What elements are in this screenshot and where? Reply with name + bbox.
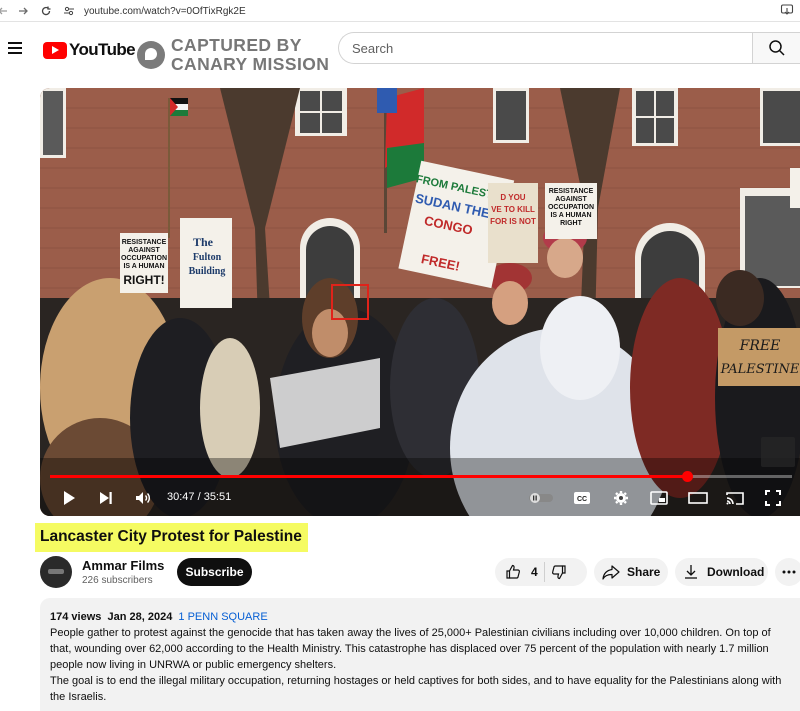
youtube-logo[interactable]: YouTube: [43, 40, 136, 60]
like-count: 4: [531, 565, 538, 579]
forward-arrow-icon[interactable]: [14, 2, 32, 20]
search-button[interactable]: [752, 32, 800, 64]
watermark-line2: CANARY MISSION: [171, 54, 330, 74]
fullscreen-icon[interactable]: [762, 484, 784, 512]
time-display: 30:47 / 35:51: [167, 491, 232, 503]
search-box: [338, 32, 800, 64]
svg-text:RIGHT!: RIGHT!: [123, 273, 164, 287]
thumbs-down-icon: [551, 565, 566, 580]
play-icon[interactable]: [58, 484, 80, 512]
share-arrow-icon: [602, 565, 620, 580]
view-count: 174 views: [50, 611, 102, 623]
thumbs-up-icon: [506, 564, 520, 579]
player-controls: 30:47 / 35:51 CC: [40, 484, 800, 512]
channel-avatar[interactable]: [40, 556, 72, 588]
progress-scrubber[interactable]: [681, 471, 693, 482]
channel-name[interactable]: Ammar Films: [82, 558, 164, 573]
theater-mode-icon[interactable]: [687, 484, 709, 512]
svg-text:RESISTANCE: RESISTANCE: [122, 239, 167, 246]
free-palestine-sign: FREE PALESTINE: [718, 328, 800, 386]
download-icon: [685, 565, 697, 579]
site-settings-icon[interactable]: [62, 4, 76, 18]
share-label: Share: [627, 565, 661, 579]
location-tag-link[interactable]: 1 PENN SQUARE: [178, 611, 267, 623]
youtube-logo-text: YouTube: [69, 40, 136, 59]
svg-text:RIGHT: RIGHT: [560, 220, 583, 227]
more-actions-button[interactable]: [775, 558, 800, 586]
dislike-button[interactable]: [551, 564, 567, 580]
like-separator: [543, 562, 545, 582]
svg-text:OCCUPATION: OCCUPATION: [121, 255, 167, 262]
search-input[interactable]: [339, 33, 739, 63]
reload-icon[interactable]: [37, 2, 55, 20]
description-paragraph-2: The goal is to end the illegal military …: [50, 675, 782, 703]
search-icon: [768, 40, 785, 56]
more-dots-icon: [782, 570, 796, 574]
youtube-play-logo-icon: [43, 41, 67, 59]
download-button[interactable]: Download: [675, 558, 768, 586]
video-player[interactable]: RESISTANCE AGAINST OCCUPATION IS A HUMAN…: [40, 88, 800, 516]
svg-text:VE TO KILL: VE TO KILL: [491, 205, 535, 214]
svg-text:Building: Building: [189, 266, 226, 277]
miniplayer-icon[interactable]: [648, 484, 670, 512]
highlight-annotation-box: [331, 284, 369, 320]
svg-text:FOR IS NOT: FOR IS NOT: [490, 217, 536, 226]
browser-toolbar: youtube.com/watch?v=0OfTixRgk2E: [0, 0, 800, 22]
svg-text:IS A HUMAN: IS A HUMAN: [550, 212, 591, 219]
menu-icon[interactable]: [8, 42, 22, 54]
svg-text:FREE: FREE: [739, 338, 781, 354]
next-icon[interactable]: [95, 484, 117, 512]
svg-text:D YOU: D YOU: [500, 193, 525, 202]
svg-text:OCCUPATION: OCCUPATION: [548, 204, 594, 211]
url-text: youtube.com/watch?v=0OfTixRgk2E: [84, 5, 246, 17]
protest-sign-center: RESISTANCE AGAINST OCCUPATION IS A HUMAN…: [545, 183, 597, 239]
subscriber-count: 226 subscribers: [82, 575, 153, 586]
svg-text:PALESTINE: PALESTINE: [720, 362, 800, 377]
back-arrow-icon[interactable]: [0, 2, 12, 20]
captions-icon[interactable]: CC: [571, 484, 593, 512]
description-paragraph-1: People gather to protest against the gen…: [50, 627, 771, 671]
upload-date: Jan 28, 2024: [107, 611, 173, 623]
svg-text:CC: CC: [577, 496, 587, 503]
svg-text:AGAINST: AGAINST: [555, 196, 587, 203]
volume-icon[interactable]: [132, 484, 154, 512]
canary-mission-watermark: CAPTURED BY CANARY MISSION: [137, 36, 329, 74]
svg-text:Fulton: Fulton: [193, 252, 222, 263]
svg-text:IS A HUMAN: IS A HUMAN: [123, 263, 164, 270]
svg-text:AGAINST: AGAINST: [128, 247, 160, 254]
youtube-header: YouTube CAPTURED BY CANARY MISSION: [0, 22, 800, 78]
download-label: Download: [707, 565, 765, 579]
progress-bar[interactable]: [50, 471, 792, 482]
progress-played: [50, 475, 688, 478]
share-button[interactable]: Share: [594, 558, 668, 586]
watermark-line1: CAPTURED BY: [171, 35, 302, 55]
address-bar[interactable]: youtube.com/watch?v=0OfTixRgk2E: [62, 2, 762, 20]
protest-sign-left: RESISTANCE AGAINST OCCUPATION IS A HUMAN…: [120, 233, 168, 293]
description-meta: 174 views Jan 28, 2024 1 PENN SQUARE: [50, 609, 790, 625]
settings-gear-icon[interactable]: [610, 484, 632, 512]
channel-watermark-icon[interactable]: [761, 437, 795, 467]
video-title: Lancaster City Protest for Palestine: [35, 523, 308, 552]
cast-share-icon[interactable]: [780, 3, 794, 17]
like-button[interactable]: 4: [505, 564, 538, 580]
cast-icon[interactable]: [724, 484, 746, 512]
autoplay-toggle[interactable]: [527, 484, 555, 512]
canary-bird-icon: [137, 41, 165, 69]
description-box[interactable]: 174 views Jan 28, 2024 1 PENN SQUARE Peo…: [40, 598, 800, 711]
svg-text:RESISTANCE: RESISTANCE: [549, 188, 594, 195]
subscribe-button[interactable]: Subscribe: [177, 558, 252, 586]
like-dislike-group: 4: [495, 558, 587, 586]
video-frame: RESISTANCE AGAINST OCCUPATION IS A HUMAN…: [40, 88, 800, 516]
svg-text:The: The: [193, 235, 214, 249]
